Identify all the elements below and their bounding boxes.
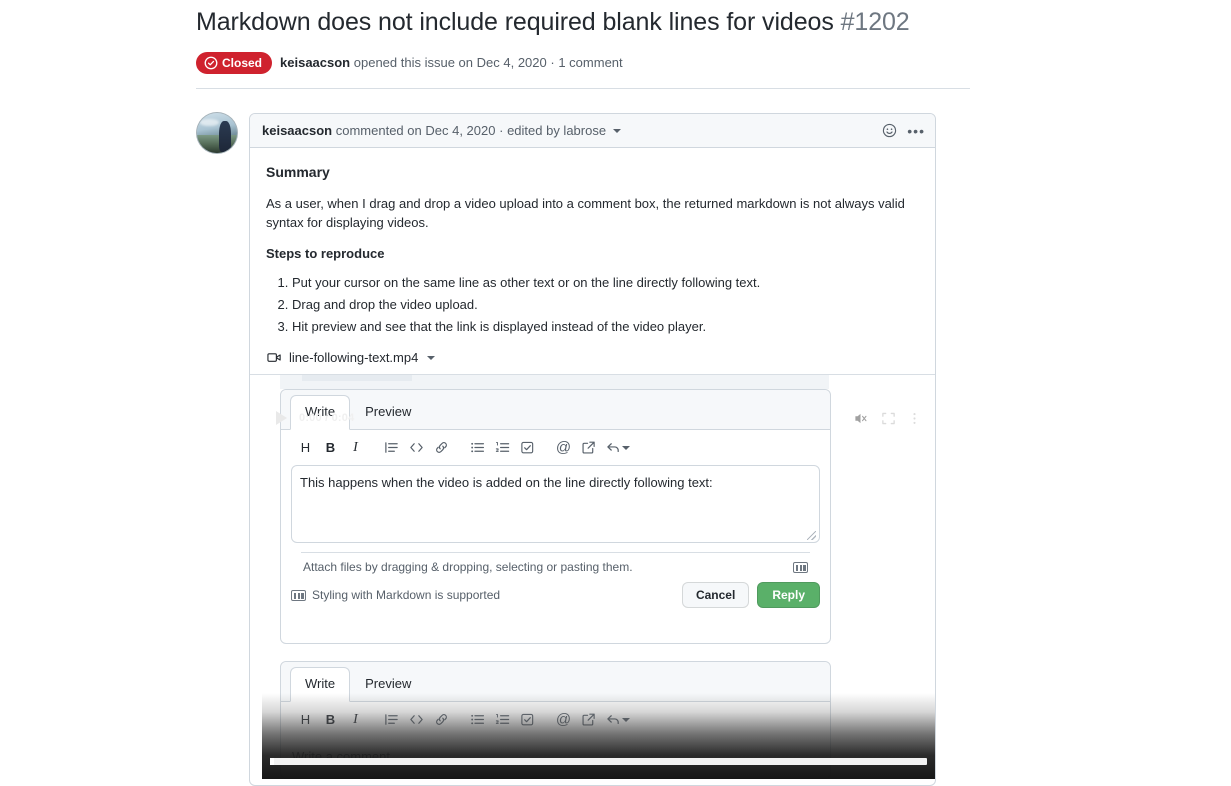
attach-files-hint-text: Attach files by dragging & dropping, sel… (303, 560, 633, 574)
chevron-down-icon[interactable] (612, 129, 621, 134)
code-icon[interactable] (404, 707, 429, 732)
link-icon[interactable] (429, 707, 454, 732)
resize-handle[interactable] (807, 531, 816, 540)
meta-separator: · (550, 55, 555, 70)
comment-header-text: keisaacson commented on Dec 4, 2020 · ed… (262, 122, 882, 140)
summary-heading: Summary (266, 164, 330, 180)
issue-meta-row: Closed keisaacson opened this issue on D… (196, 52, 946, 74)
heading-icon[interactable]: H (293, 435, 318, 460)
play-icon[interactable] (276, 411, 287, 425)
ordered-list-icon[interactable] (490, 435, 515, 460)
tab-write[interactable]: Write (290, 667, 351, 702)
reply-dropdown-caret-icon[interactable] (622, 717, 630, 722)
list-item: Hit preview and see that the link is dis… (292, 317, 919, 337)
comment-header: keisaacson commented on Dec 4, 2020 · ed… (250, 114, 935, 148)
comment-textarea-top[interactable]: This happens when the video is added on … (291, 465, 820, 543)
unordered-list-icon[interactable] (465, 707, 490, 732)
video-filename[interactable]: line-following-text.mp4 (289, 350, 418, 365)
status-badge-label: Closed (222, 56, 263, 70)
triangle-down-icon[interactable] (427, 355, 436, 360)
video-content: Write Preview H B I @ This happens when … (262, 375, 935, 779)
cross-reference-icon[interactable] (576, 435, 601, 460)
cross-reference-icon[interactable] (576, 707, 601, 732)
editor-footer-top: Styling with Markdown is supported Cance… (281, 574, 830, 618)
steps-heading: Steps to reproduce (266, 246, 385, 261)
unordered-list-icon[interactable] (465, 435, 490, 460)
issue-number: #1202 (840, 8, 910, 36)
quote-icon[interactable] (379, 435, 404, 460)
italic-icon[interactable]: I (343, 707, 368, 732)
comment-author[interactable]: keisaacson (262, 123, 332, 138)
comment-edited-by[interactable]: edited by labrose (507, 123, 606, 138)
markdown-support-text: Styling with Markdown is supported (312, 588, 501, 602)
bold-icon[interactable]: B (318, 707, 343, 732)
markdown-toolbar-top: H B I @ (281, 430, 830, 465)
kebab-vertical-icon[interactable] (908, 411, 921, 426)
github-issue-page: Markdown does not include required blank… (0, 0, 1231, 786)
issue-title-text: Markdown does not include required blank… (196, 8, 834, 36)
ordered-list-icon[interactable] (490, 707, 515, 732)
status-badge: Closed (196, 52, 273, 74)
check-circle-icon (204, 56, 218, 70)
steps-list: Put your cursor on the same line as othe… (266, 273, 919, 337)
mute-icon[interactable] (852, 410, 869, 427)
video-content-strip-accent (302, 375, 412, 381)
issue-author[interactable]: keisaacson (280, 55, 350, 70)
cancel-button[interactable]: Cancel (681, 582, 750, 608)
attach-files-hint: Attach files by dragging & dropping, sel… (301, 552, 810, 574)
editor-tabs-bottom: Write Preview (281, 662, 830, 702)
video-player[interactable]: Write Preview H B I @ This happens when … (262, 375, 935, 779)
comment-card: keisaacson commented on Dec 4, 2020 · ed… (249, 113, 936, 786)
video-progress-fill (270, 758, 274, 765)
list-item: Put your cursor on the same line as othe… (292, 273, 919, 293)
comment-separator: · (499, 122, 504, 138)
issue-opened-label: opened this issue on (353, 55, 474, 70)
issue-meta-text: keisaacson opened this issue on Dec 4, 2… (280, 54, 623, 72)
comment-date: Dec 4, 2020 (425, 122, 496, 138)
comment-action: commented on (335, 122, 422, 138)
comment-header-actions: ••• (882, 123, 925, 138)
smiley-icon[interactable] (882, 123, 897, 138)
header-divider (196, 88, 970, 89)
code-icon[interactable] (404, 435, 429, 460)
issue-header: Markdown does not include required blank… (196, 4, 946, 74)
fullscreen-icon[interactable] (881, 411, 896, 426)
mention-icon[interactable]: @ (551, 435, 576, 460)
reply-button[interactable]: Reply (757, 582, 820, 608)
italic-icon[interactable]: I (343, 435, 368, 460)
kebab-horizontal-icon[interactable]: ••• (907, 124, 925, 138)
markdown-icon (291, 589, 306, 601)
mention-icon[interactable]: @ (551, 707, 576, 732)
markdown-support-note: Styling with Markdown is supported (291, 588, 674, 602)
editor-textarea-wrap-top: This happens when the video is added on … (281, 465, 830, 574)
avatar-figure (218, 121, 231, 153)
page-title: Markdown does not include required blank… (196, 4, 946, 40)
summary-paragraph: As a user, when I drag and drop a video … (266, 196, 905, 230)
reply-dropdown-caret-icon[interactable] (622, 445, 630, 450)
heading-icon[interactable]: H (293, 707, 318, 732)
video-progress-bar[interactable] (270, 758, 927, 765)
comment-body: Summary As a user, when I drag and drop … (250, 148, 935, 337)
avatar-cloud (200, 119, 219, 126)
video-attachment-header: line-following-text.mp4 (250, 342, 935, 375)
avatar-land (197, 134, 237, 153)
task-list-icon[interactable] (515, 435, 540, 460)
device-camera-video-icon (267, 353, 281, 362)
video-attachment: line-following-text.mp4 Write Preview H (250, 342, 935, 779)
markdown-toolbar-bottom: H B I @ (281, 702, 830, 737)
bold-icon[interactable]: B (318, 435, 343, 460)
task-list-icon[interactable] (515, 707, 540, 732)
markdown-icon (793, 561, 808, 573)
video-time-display: 0:00 / 0:04 (299, 412, 355, 424)
tab-preview[interactable]: Preview (350, 667, 426, 702)
avatar[interactable] (196, 112, 238, 154)
link-icon[interactable] (429, 435, 454, 460)
video-controls-row: 0:00 / 0:04 (262, 405, 935, 431)
issue-comment-count: 1 comment (558, 55, 623, 70)
comment-textarea-value: This happens when the video is added on … (300, 475, 713, 490)
quote-icon[interactable] (379, 707, 404, 732)
issue-opened-date: Dec 4, 2020 (476, 55, 547, 70)
list-item: Drag and drop the video upload. (292, 295, 919, 315)
